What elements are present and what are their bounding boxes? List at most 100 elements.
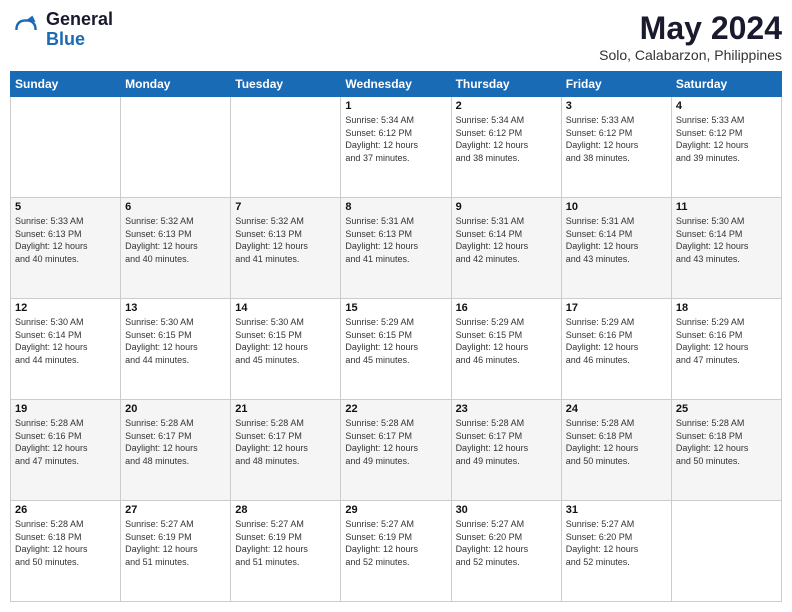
day-number: 21 [235,403,336,415]
day-number: 16 [456,302,557,314]
day-info: Sunrise: 5:28 AM Sunset: 6:17 PM Dayligh… [456,417,557,467]
day-number: 15 [345,302,446,314]
calendar-cell [121,97,231,198]
day-number: 31 [566,504,667,516]
day-number: 26 [15,504,116,516]
day-info: Sunrise: 5:30 AM Sunset: 6:15 PM Dayligh… [125,316,226,366]
logo-icon [10,14,42,46]
day-number: 11 [676,201,777,213]
day-number: 19 [15,403,116,415]
day-info: Sunrise: 5:29 AM Sunset: 6:16 PM Dayligh… [566,316,667,366]
logo-line2: Blue [46,30,113,50]
calendar-cell: 1 Sunrise: 5:34 AM Sunset: 6:12 PM Daylig… [341,97,451,198]
day-info: Sunrise: 5:34 AM Sunset: 6:12 PM Dayligh… [456,114,557,164]
day-info: Sunrise: 5:30 AM Sunset: 6:14 PM Dayligh… [676,215,777,265]
day-number: 12 [15,302,116,314]
calendar-cell: 24 Sunrise: 5:28 AM Sunset: 6:18 PM Dayli… [561,400,671,501]
day-number: 29 [345,504,446,516]
calendar-table: SundayMondayTuesdayWednesdayThursdayFrid… [10,71,782,602]
day-info: Sunrise: 5:33 AM Sunset: 6:12 PM Dayligh… [676,114,777,164]
calendar-cell: 11 Sunrise: 5:30 AM Sunset: 6:14 PM Dayli… [671,198,781,299]
calendar-cell: 22Sunrise: 5:28 AM Sunset: 6:17 PM Dayli… [341,400,451,501]
calendar-week-row: 26 Sunrise: 5:28 AM Sunset: 6:18 PM Dayli… [11,501,782,602]
day-number: 25 [676,403,777,415]
day-number: 17 [566,302,667,314]
calendar-cell [671,501,781,602]
day-info: Sunrise: 5:32 AM Sunset: 6:13 PM Dayligh… [125,215,226,265]
day-number: 20 [125,403,226,415]
header: General Blue May 2024 Solo, Calabarzon, … [10,10,782,63]
calendar-day-header: Tuesday [231,72,341,97]
logo-text: General Blue [46,10,113,50]
day-info: Sunrise: 5:33 AM Sunset: 6:13 PM Dayligh… [15,215,116,265]
calendar-cell: 15 Sunrise: 5:29 AM Sunset: 6:15 PM Dayli… [341,299,451,400]
calendar-cell: 29 Sunrise: 5:27 AM Sunset: 6:19 PM Dayli… [341,501,451,602]
day-number: 2 [456,100,557,112]
calendar-cell: 27Sunrise: 5:27 AM Sunset: 6:19 PM Dayli… [121,501,231,602]
day-info: Sunrise: 5:27 AM Sunset: 6:20 PM Dayligh… [566,518,667,568]
calendar-cell [11,97,121,198]
day-number: 6 [125,201,226,213]
calendar-header-row: SundayMondayTuesdayWednesdayThursdayFrid… [11,72,782,97]
day-info: Sunrise: 5:27 AM Sunset: 6:19 PM Dayligh… [235,518,336,568]
calendar-cell: 4 Sunrise: 5:33 AM Sunset: 6:12 PM Daylig… [671,97,781,198]
day-number: 23 [456,403,557,415]
calendar-day-header: Sunday [11,72,121,97]
day-info: Sunrise: 5:28 AM Sunset: 6:17 PM Dayligh… [125,417,226,467]
calendar-day-header: Wednesday [341,72,451,97]
day-number: 28 [235,504,336,516]
calendar-cell: 10 Sunrise: 5:31 AM Sunset: 6:14 PM Dayli… [561,198,671,299]
calendar-cell: 19Sunrise: 5:28 AM Sunset: 6:16 PM Dayli… [11,400,121,501]
day-info: Sunrise: 5:29 AM Sunset: 6:16 PM Dayligh… [676,316,777,366]
calendar-cell: 23 Sunrise: 5:28 AM Sunset: 6:17 PM Dayli… [451,400,561,501]
day-info: Sunrise: 5:27 AM Sunset: 6:19 PM Dayligh… [345,518,446,568]
logo: General Blue [10,10,113,50]
calendar-cell: 20 Sunrise: 5:28 AM Sunset: 6:17 PM Dayli… [121,400,231,501]
day-info: Sunrise: 5:27 AM Sunset: 6:20 PM Dayligh… [456,518,557,568]
page: General Blue May 2024 Solo, Calabarzon, … [0,0,792,612]
day-info: Sunrise: 5:28 AM Sunset: 6:18 PM Dayligh… [15,518,116,568]
day-info: Sunrise: 5:30 AM Sunset: 6:15 PM Dayligh… [235,316,336,366]
day-number: 10 [566,201,667,213]
calendar-cell: 13 Sunrise: 5:30 AM Sunset: 6:15 PM Dayli… [121,299,231,400]
calendar-week-row: 5 Sunrise: 5:33 AM Sunset: 6:13 PM Daylig… [11,198,782,299]
calendar-cell: 16 Sunrise: 5:29 AM Sunset: 6:15 PM Dayli… [451,299,561,400]
calendar-cell: 26 Sunrise: 5:28 AM Sunset: 6:18 PM Dayli… [11,501,121,602]
day-info: Sunrise: 5:34 AM Sunset: 6:12 PM Dayligh… [345,114,446,164]
main-title: May 2024 [599,10,782,47]
day-number: 1 [345,100,446,112]
day-info: Sunrise: 5:28 AM Sunset: 6:18 PM Dayligh… [566,417,667,467]
day-number: 3 [566,100,667,112]
calendar-week-row: 12 Sunrise: 5:30 AM Sunset: 6:14 PM Dayli… [11,299,782,400]
day-number: 5 [15,201,116,213]
day-number: 27 [125,504,226,516]
calendar-day-header: Thursday [451,72,561,97]
day-info: Sunrise: 5:29 AM Sunset: 6:15 PM Dayligh… [345,316,446,366]
calendar-week-row: 19Sunrise: 5:28 AM Sunset: 6:16 PM Dayli… [11,400,782,501]
day-number: 13 [125,302,226,314]
day-number: 8 [345,201,446,213]
calendar-cell: 5 Sunrise: 5:33 AM Sunset: 6:13 PM Daylig… [11,198,121,299]
day-info: Sunrise: 5:28 AM Sunset: 6:17 PM Dayligh… [235,417,336,467]
calendar-cell: 6 Sunrise: 5:32 AM Sunset: 6:13 PM Daylig… [121,198,231,299]
day-info: Sunrise: 5:32 AM Sunset: 6:13 PM Dayligh… [235,215,336,265]
calendar-cell [231,97,341,198]
calendar-cell: 14 Sunrise: 5:30 AM Sunset: 6:15 PM Dayli… [231,299,341,400]
day-info: Sunrise: 5:33 AM Sunset: 6:12 PM Dayligh… [566,114,667,164]
day-number: 30 [456,504,557,516]
day-number: 7 [235,201,336,213]
day-number: 24 [566,403,667,415]
calendar-day-header: Saturday [671,72,781,97]
calendar-cell: 18Sunrise: 5:29 AM Sunset: 6:16 PM Dayli… [671,299,781,400]
day-number: 4 [676,100,777,112]
calendar-week-row: 1 Sunrise: 5:34 AM Sunset: 6:12 PM Daylig… [11,97,782,198]
day-info: Sunrise: 5:31 AM Sunset: 6:14 PM Dayligh… [456,215,557,265]
day-info: Sunrise: 5:31 AM Sunset: 6:14 PM Dayligh… [566,215,667,265]
day-info: Sunrise: 5:30 AM Sunset: 6:14 PM Dayligh… [15,316,116,366]
calendar-cell: 7 Sunrise: 5:32 AM Sunset: 6:13 PM Daylig… [231,198,341,299]
day-number: 14 [235,302,336,314]
calendar-cell: 9Sunrise: 5:31 AM Sunset: 6:14 PM Daylig… [451,198,561,299]
calendar-day-header: Friday [561,72,671,97]
day-info: Sunrise: 5:31 AM Sunset: 6:13 PM Dayligh… [345,215,446,265]
day-info: Sunrise: 5:29 AM Sunset: 6:15 PM Dayligh… [456,316,557,366]
